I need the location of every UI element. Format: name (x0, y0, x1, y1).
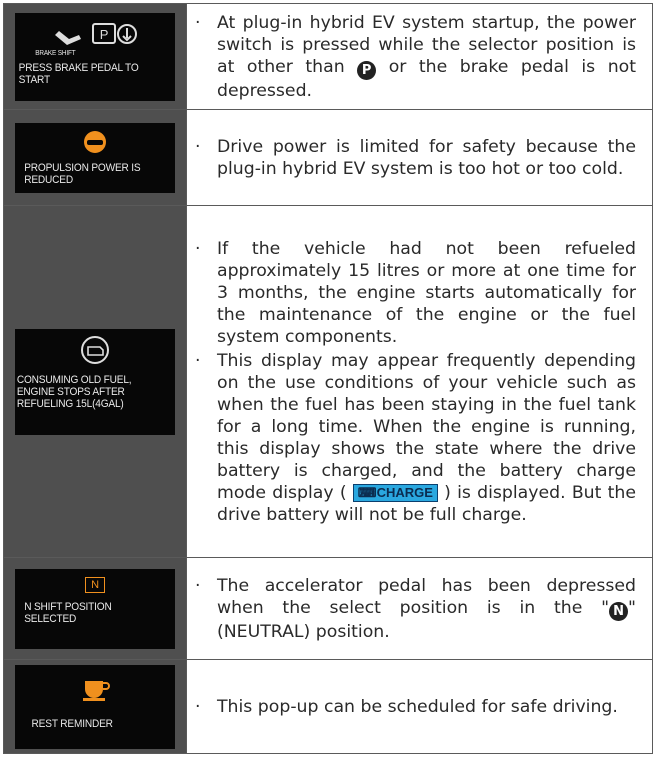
bullet: · (195, 136, 201, 157)
table-row: N N SHIFT POSITION SELECTED · The accele… (3, 557, 653, 660)
n-shift-symbol: N (85, 576, 105, 593)
icon-cell: CONSUMING OLD FUEL, ENGINE STOPS AFTER R… (3, 205, 187, 558)
panel-caption: PROPULSION POWER IS REDUCED (24, 161, 141, 186)
description-text: If the vehicle had not been refueled app… (217, 238, 636, 347)
engine-maintenance-icon (15, 335, 175, 368)
display-panel: P BRAKE SHIFT PRESS BRAKE PEDAL TO START (15, 12, 175, 101)
table-row: REST REMINDER · This pop-up can be sched… (3, 659, 653, 754)
icon-cell: N N SHIFT POSITION SELECTED (3, 557, 187, 660)
p-position-symbol: P (357, 60, 377, 80)
manual-page: P BRAKE SHIFT PRESS BRAKE PEDAL TO START… (0, 0, 656, 763)
description-text: This display may appear frequently depen… (217, 350, 636, 503)
description-text: The accelerator pedal has been depressed… (217, 575, 636, 618)
bullet: · (195, 696, 201, 717)
turtle-icon (15, 129, 175, 158)
n-position-symbol: N (609, 601, 629, 621)
bullet: · (195, 12, 201, 33)
icon-cell: PROPULSION POWER IS REDUCED (3, 109, 187, 206)
table-row: PROPULSION POWER IS REDUCED · Drive powe… (3, 109, 653, 206)
icon-cell: P BRAKE SHIFT PRESS BRAKE PEDAL TO START (3, 3, 187, 110)
list-item: · Drive power is limited for safety beca… (187, 136, 652, 180)
list-item: · At plug-in hybrid EV system startup, t… (187, 12, 652, 102)
bullet: · (195, 350, 201, 371)
bullet: · (195, 575, 201, 596)
warning-message-table: P BRAKE SHIFT PRESS BRAKE PEDAL TO START… (3, 3, 653, 754)
panel-caption: CONSUMING OLD FUEL, ENGINE STOPS AFTER R… (16, 373, 132, 410)
bullet: · (195, 238, 201, 259)
svg-text:P: P (100, 27, 108, 42)
display-panel: N N SHIFT POSITION SELECTED (15, 568, 175, 649)
n-shift-icon: N (15, 576, 175, 593)
table-row: P BRAKE SHIFT PRESS BRAKE PEDAL TO START… (3, 3, 653, 110)
description-cell: · This pop-up can be scheduled for safe … (186, 659, 653, 754)
description-cell: · At plug-in hybrid EV system startup, t… (186, 3, 653, 110)
display-panel: REST REMINDER (15, 664, 175, 749)
charge-badge-label: CHARGE (376, 484, 433, 500)
panel-caption: N SHIFT POSITION SELECTED (24, 600, 112, 625)
display-panel: CONSUMING OLD FUEL, ENGINE STOPS AFTER R… (15, 328, 175, 435)
charge-mode-badge: ⌨CHARGE (352, 483, 438, 502)
description-text: Drive power is limited for safety becaus… (217, 136, 636, 179)
icon-cell: REST REMINDER (3, 659, 187, 754)
list-item: · If the vehicle had not been refueled a… (187, 238, 652, 348)
coffee-cup-icon (15, 675, 175, 706)
list-item: · This pop-up can be scheduled for safe … (187, 696, 652, 718)
description-cell: · Drive power is limited for safety beca… (186, 109, 653, 206)
description-cell: · If the vehicle had not been refueled a… (186, 205, 653, 558)
table-row: CONSUMING OLD FUEL, ENGINE STOPS AFTER R… (3, 205, 653, 558)
panel-caption: REST REMINDER (31, 717, 113, 730)
description-cell: · The accelerator pedal has been depress… (186, 557, 653, 660)
panel-caption: PRESS BRAKE PEDAL TO START (18, 61, 139, 86)
description-text: This pop-up can be scheduled for safe dr… (217, 696, 618, 717)
display-panel: PROPULSION POWER IS REDUCED (15, 122, 175, 193)
list-item: · The accelerator pedal has been depress… (187, 575, 652, 643)
panel-small-label: BRAKE SHIFT (35, 49, 76, 57)
list-item: · This display may appear frequently dep… (187, 350, 652, 526)
